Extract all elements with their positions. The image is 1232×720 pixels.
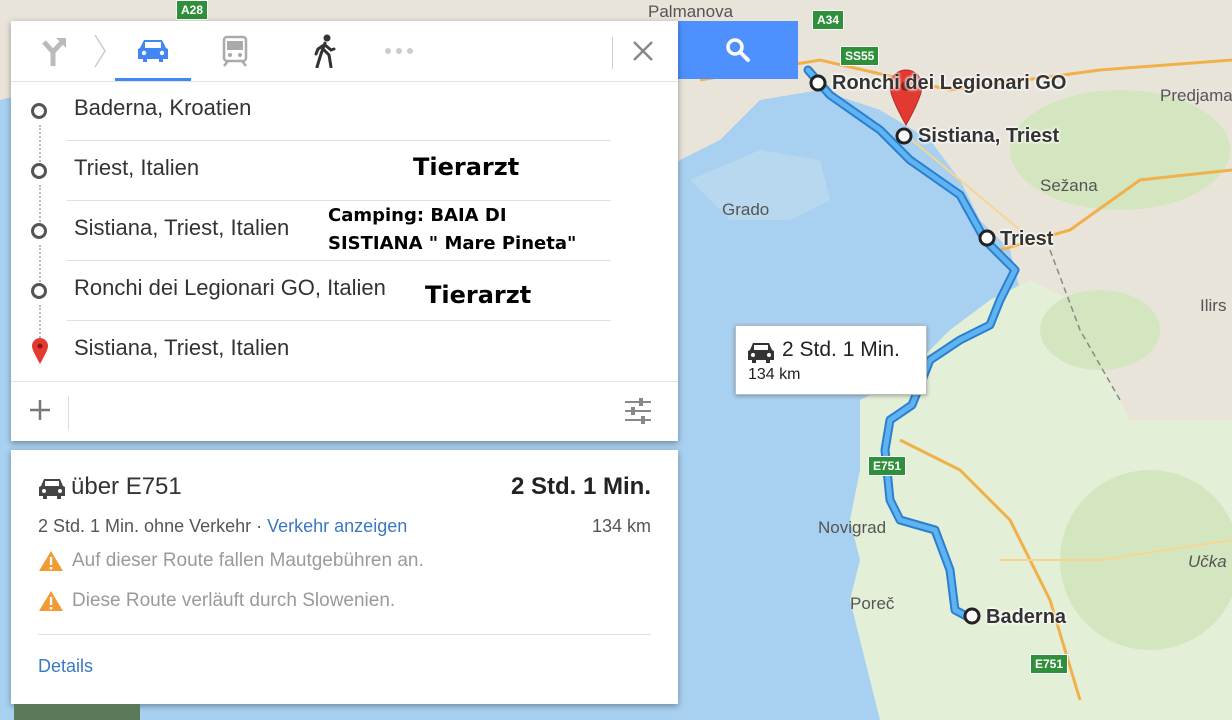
waypoint-circle-icon [31,223,47,239]
car-icon [748,343,774,363]
warning-slovenia: Diese Route verläuft durch Slowenien. [38,590,395,612]
warning-icon [39,591,63,611]
waypoint-label[interactable]: Baderna, Kroatien [74,95,251,121]
road-shield-e751: E751 [868,456,907,476]
road-shield-a28: A28 [176,0,209,20]
map-label-novigrad: Novigrad [818,518,887,537]
directions-fork-icon [42,38,66,66]
search-button[interactable] [678,21,798,79]
waypoint-circle-icon [31,283,47,299]
route-subtitle: 2 Std. 1 Min. ohne Verkehr · Verkehr anz… [38,516,407,537]
road-shield-ss55: SS55 [840,46,880,66]
warning-text: Auf dieser Route fallen Mautgebühren an. [72,550,424,571]
more-dots-icon [385,48,413,54]
train-icon [222,35,248,67]
waypoint-label[interactable]: Ronchi dei Legionari GO, Italien [74,275,386,301]
satellite-thumbnail[interactable] [14,704,140,720]
mode-more[interactable] [369,21,429,81]
route-distance: 134 km [591,516,651,536]
annotation-tierarzt: Tierarzt [413,153,520,181]
mode-transit[interactable] [205,21,265,81]
annotation-camping-line2: SISTIANA " Mare Pineta" [328,233,577,254]
sliders-icon [625,398,651,424]
map-label-predjama: Predjama [1160,86,1232,105]
divider [612,37,613,69]
chevron-right-icon [94,34,106,68]
mode-best-route[interactable] [23,21,83,81]
waypoint-circle-icon [31,103,47,119]
divider [68,396,69,430]
route-duration: 2 Std. 1 Min. [510,473,651,500]
waypoint-circle-icon [31,163,47,179]
route-info-box[interactable]: 2 Std. 1 Min. 134 km [735,325,927,395]
mode-walking[interactable] [295,21,355,81]
map-label-baderna: Baderna [986,606,1067,628]
waypoint-label[interactable]: Sistiana, Triest, Italien [74,215,289,241]
info-distance: 134 km [748,366,801,383]
close-icon [633,41,653,61]
map-label-ronchi: Ronchi dei Legionari GO [832,72,1067,94]
map-label-palmanova: Palmanova [648,2,734,21]
map-label-sezana: Sežana [1040,176,1098,195]
waypoint-destination[interactable]: Sistiana, Triest, Italien [11,321,611,381]
car-icon [39,479,65,499]
map-label-ilirs: Ilirs [1200,296,1227,315]
waypoint-label[interactable]: Sistiana, Triest, Italien [74,335,289,361]
road-shield-e751-south: E751 [1030,654,1069,674]
map-label-sistiana: Sistiana, Triest [918,125,1060,147]
add-destination-button[interactable] [29,398,51,426]
travel-mode-bar [11,21,678,82]
map-label-ucka: Učka [1188,552,1227,571]
map-label-triest: Triest [1000,228,1054,250]
route-card[interactable]: über E751 2 Std. 1 Min. 2 Std. 1 Min. oh… [11,450,678,704]
route-via: über E751 [71,473,182,500]
route-no-traffic-text: 2 Std. 1 Min. ohne Verkehr · [38,516,268,536]
waypoint-4[interactable]: Ronchi dei Legionari GO, Italien Tierarz… [11,261,611,321]
search-icon [726,38,750,62]
walking-icon [314,34,336,68]
road-shield-a34: A34 [812,10,845,30]
add-destination-row [11,381,678,442]
map-label-grado: Grado [722,200,770,219]
annotation-tierarzt: Tierarzt [425,281,532,309]
warning-icon [39,551,63,571]
warning-text: Diese Route verläuft durch Slowenien. [72,590,396,611]
details-link[interactable]: Details [38,656,93,677]
waypoint-1[interactable]: Baderna, Kroatien [11,81,611,141]
mode-car[interactable] [115,21,191,81]
plus-icon [30,400,50,420]
destination-pin-icon [32,338,48,364]
info-duration: 2 Std. 1 Min. [782,338,900,361]
map-label-porec: Poreč [850,594,895,613]
waypoint-3[interactable]: Sistiana, Triest, Italien Camping: BAIA … [11,201,611,261]
close-button[interactable] [625,35,661,67]
car-icon [138,39,168,62]
warning-toll: Auf dieser Route fallen Mautgebühren an. [38,550,424,572]
waypoint-label[interactable]: Triest, Italien [74,155,199,181]
show-traffic-link[interactable]: Verkehr anzeigen [267,516,407,536]
divider [38,634,651,635]
annotation-camping-line1: Camping: BAIA DI [328,205,507,226]
waypoint-2[interactable]: Triest, Italien Tierarzt [11,141,611,201]
route-options-button[interactable] [623,396,653,431]
directions-panel: Baderna, Kroatien Triest, Italien Tierar… [11,21,678,441]
